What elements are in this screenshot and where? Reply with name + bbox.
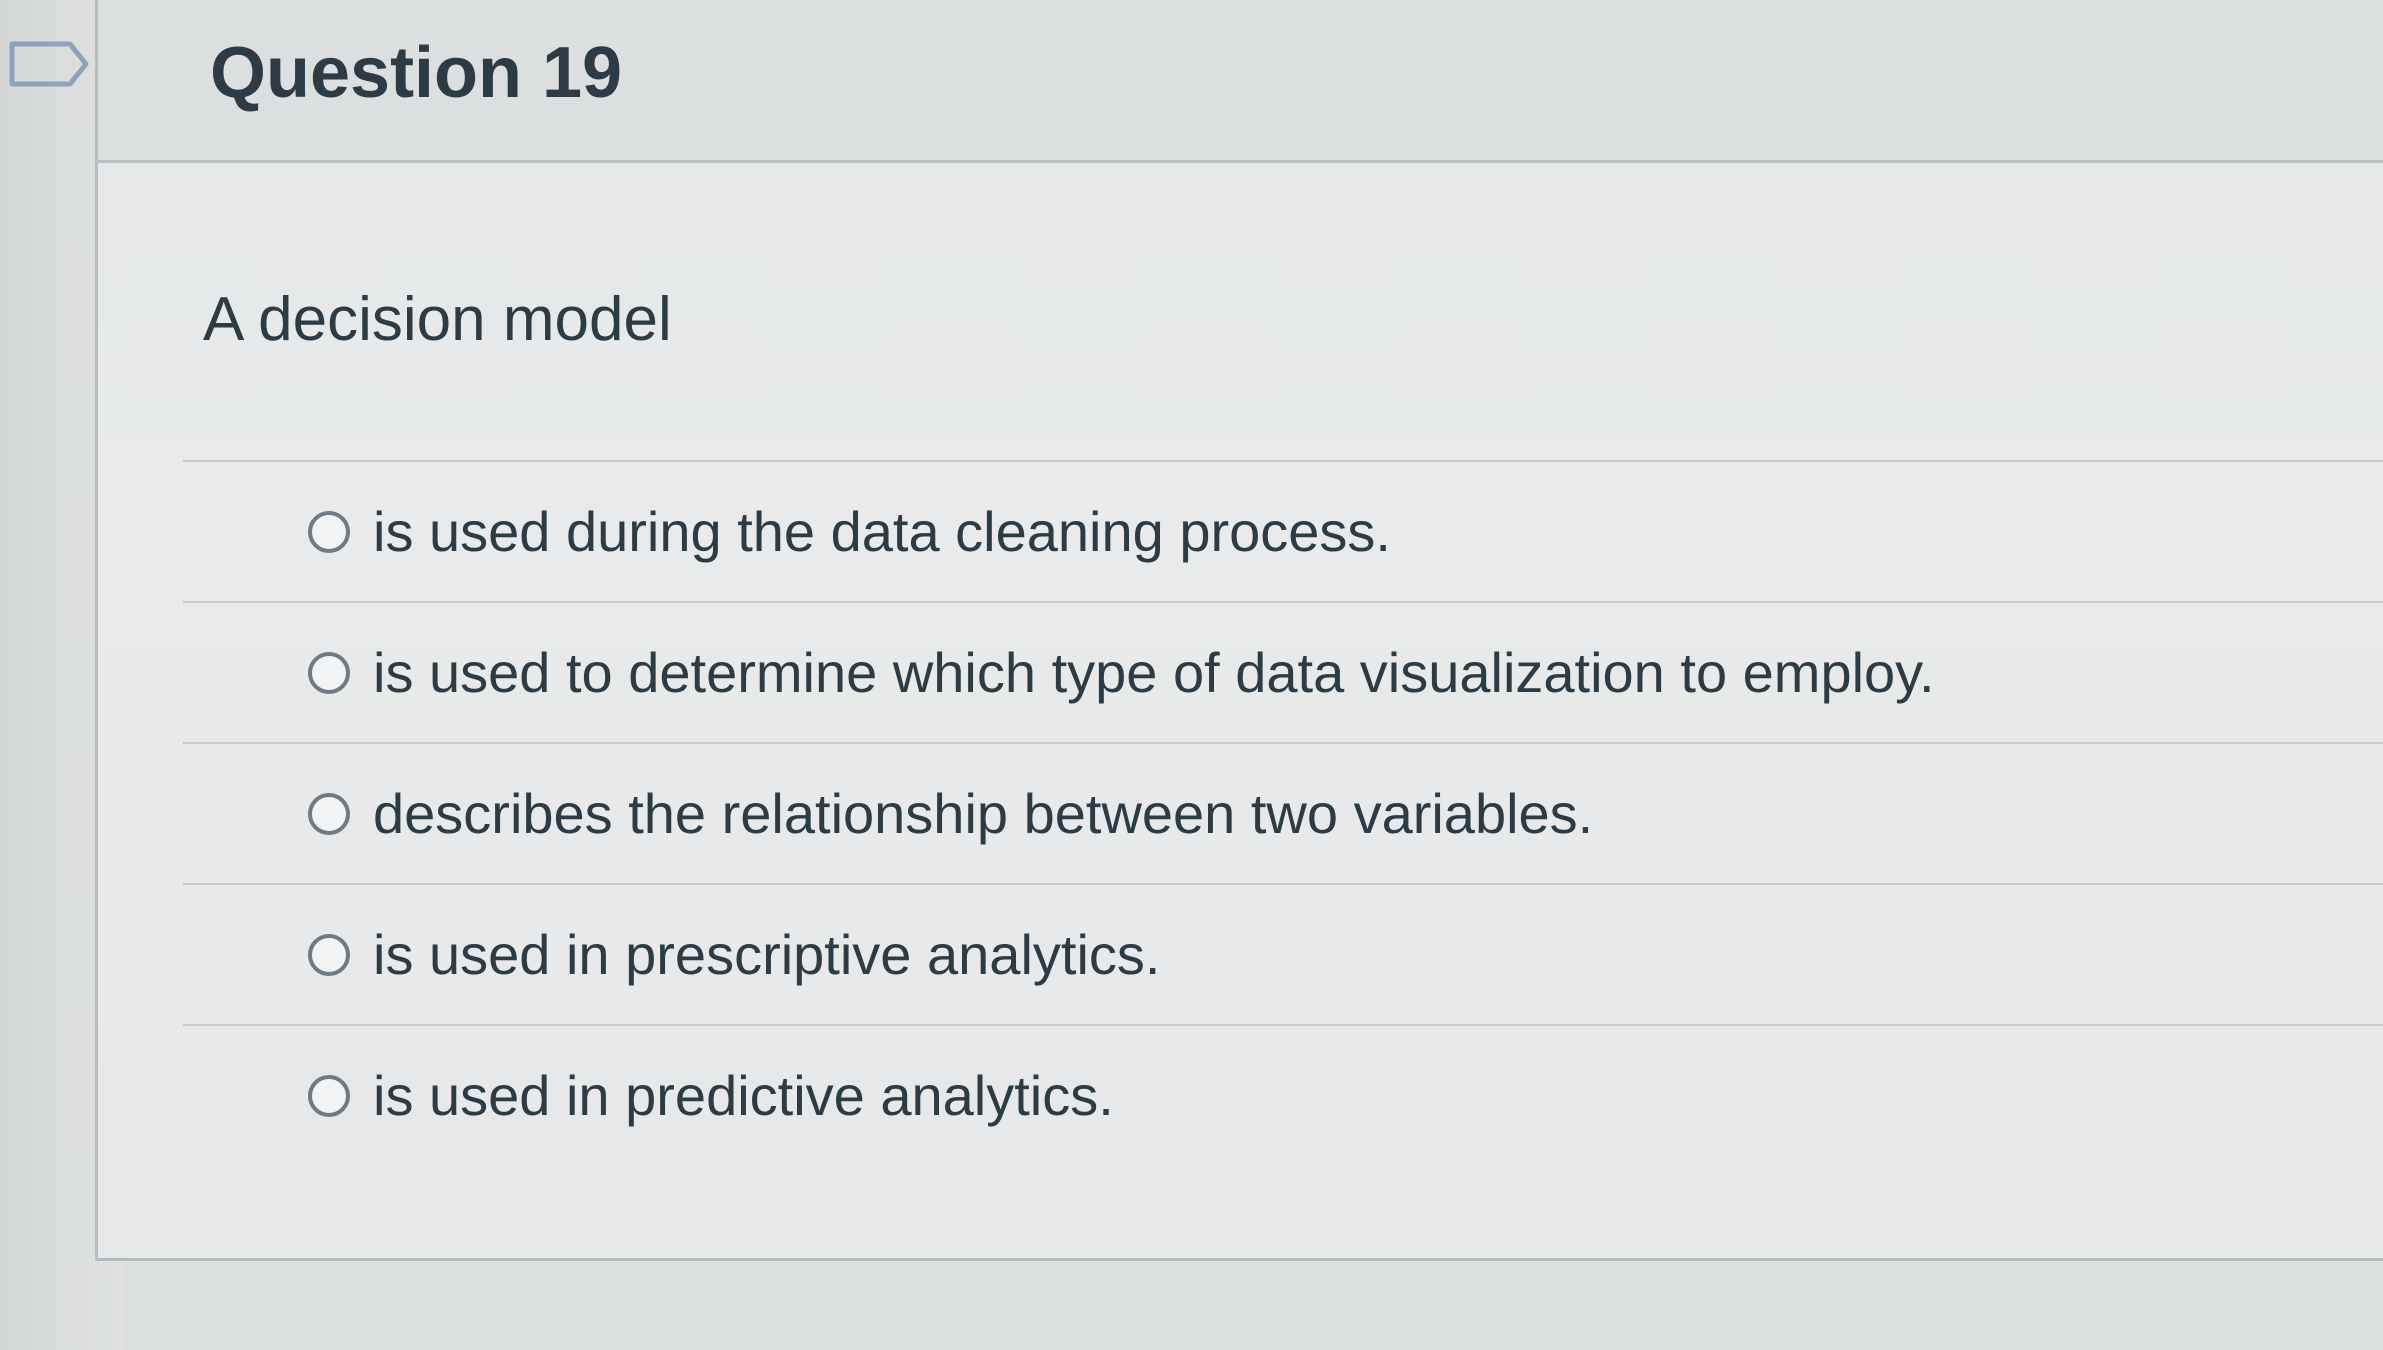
radio-circle-icon[interactable] [308,511,350,553]
radio-circle-icon[interactable] [308,934,350,976]
question-prompt: A decision model [203,285,672,354]
question-header: Question 19 [98,0,2383,163]
question-title: Question 19 [210,33,623,113]
radio-circle-icon[interactable] [308,1075,350,1117]
answer-option[interactable]: is used during the data cleaning process… [183,460,2383,601]
answer-option[interactable]: is used in predictive analytics. [183,1024,2383,1165]
answer-option[interactable]: describes the relationship between two v… [183,742,2383,883]
answer-list: is used during the data cleaning process… [183,460,2383,1165]
answer-label[interactable]: is used in predictive analytics. [373,1056,1114,1136]
answer-label[interactable]: is used in prescriptive analytics. [373,915,1160,995]
question-card: Question 19 A decision model is used dur… [95,0,2383,1261]
answer-label[interactable]: describes the relationship between two v… [373,774,1593,854]
answer-option[interactable]: is used in prescriptive analytics. [183,883,2383,1024]
flag-question-icon[interactable] [8,40,90,88]
radio-circle-icon[interactable] [308,793,350,835]
radio-circle-icon[interactable] [308,652,350,694]
answer-label[interactable]: is used to determine which type of data … [373,633,1935,713]
answer-option[interactable]: is used to determine which type of data … [183,601,2383,742]
answer-label[interactable]: is used during the data cleaning process… [373,492,1391,572]
